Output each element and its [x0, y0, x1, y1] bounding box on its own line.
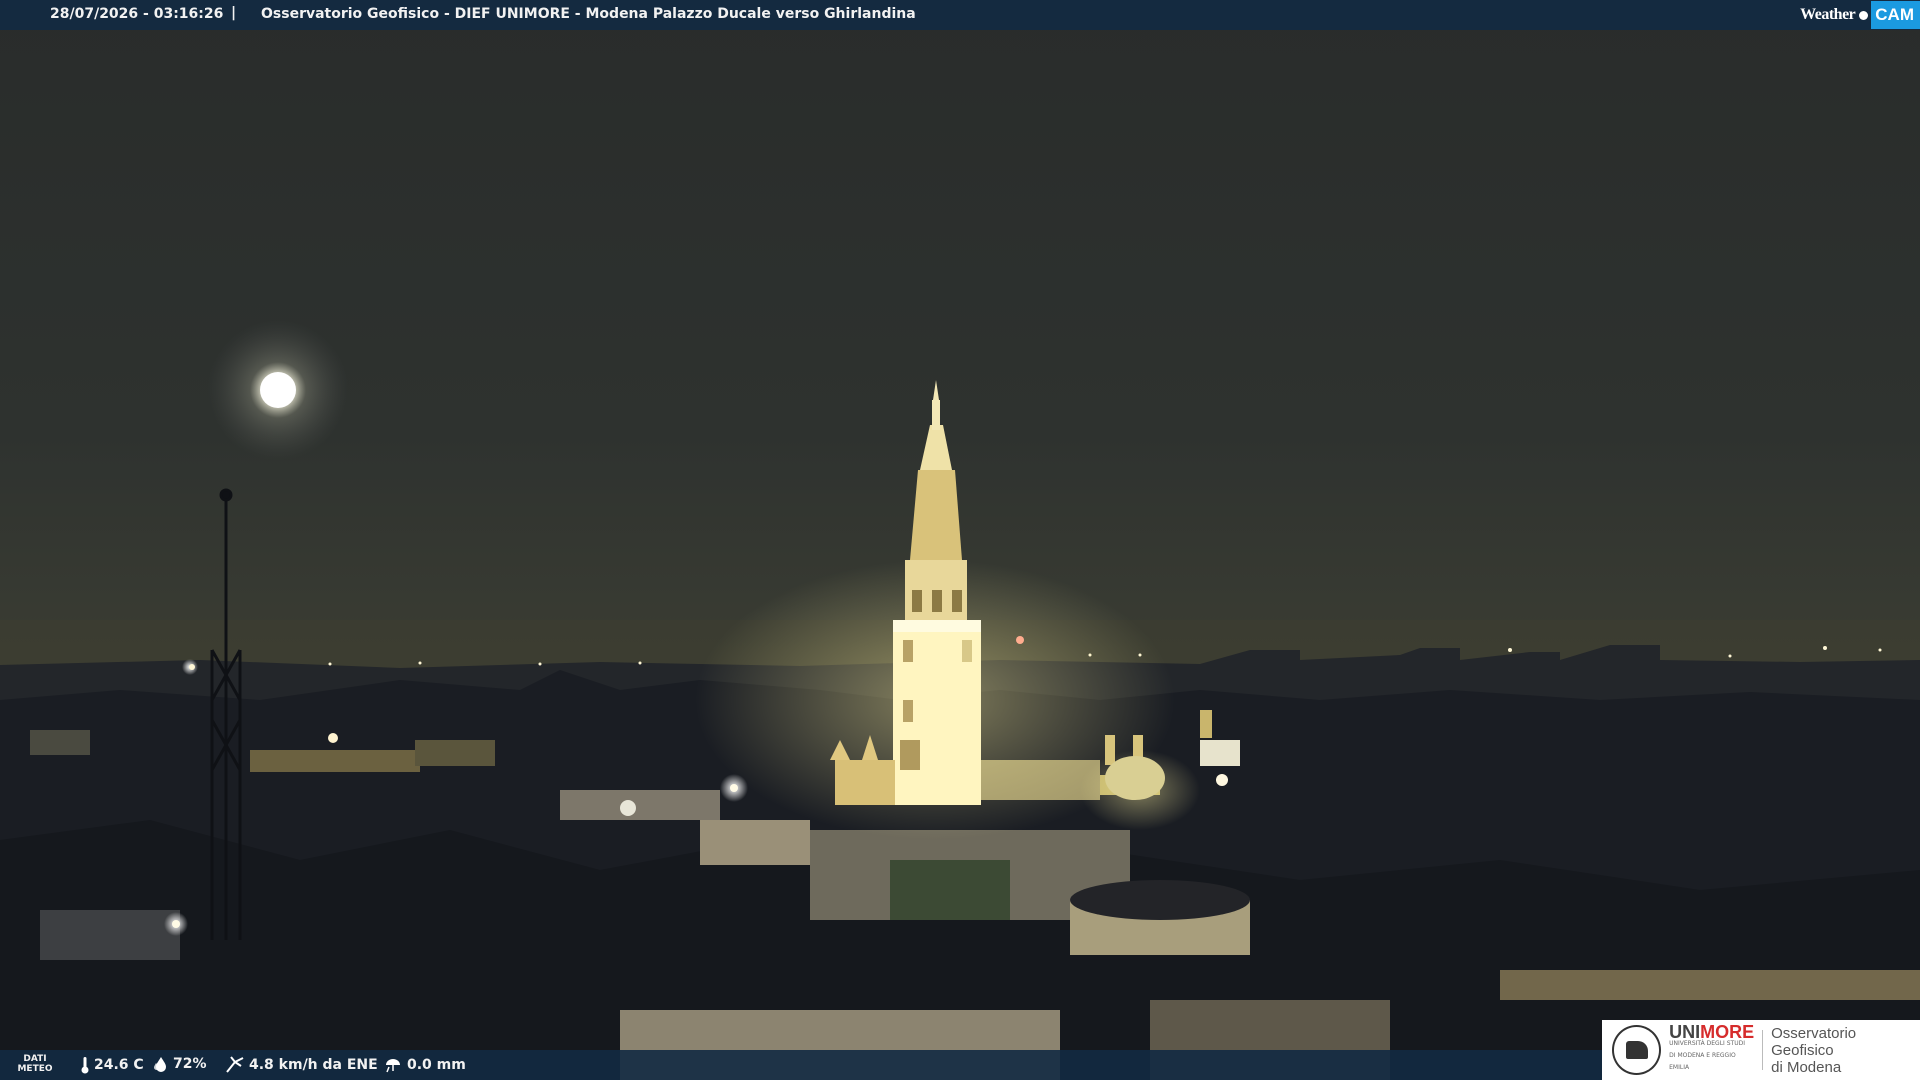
wind-value: 4.8 km/h da ENE — [249, 1057, 378, 1073]
timestamp: 28/07/2026 - 03:16:26 — [50, 6, 224, 22]
webcam-frame: 28/07/2026 - 03:16:26 | Osservatorio Geo… — [0, 0, 1920, 1080]
rain-value: 0.0 mm — [407, 1057, 466, 1073]
observatory-line-1: Osservatorio Geofisico — [1771, 1024, 1857, 1059]
observatory-line-2: di Modena — [1771, 1058, 1842, 1076]
wind-icon — [226, 1056, 244, 1073]
unimore-logo-panel: UNIMORE UNIVERSITÀ DEGLI STUDI DI MODENA… — [1602, 1020, 1920, 1080]
observatory-name: Osservatorio Geofisico di Modena — [1771, 1025, 1920, 1076]
rain-stat: 0.0 mm — [383, 1056, 466, 1074]
logo-divider — [1762, 1030, 1764, 1070]
weather-label: DATI METEO — [17, 1054, 53, 1074]
brand-badge: CAM — [1871, 1, 1920, 29]
uni-subtitle: UNIVERSITÀ DEGLI STUDI DI MODENA E REGGI… — [1669, 1040, 1745, 1071]
university-seal-icon — [1612, 1025, 1662, 1075]
humidity-stat: 72% — [153, 1056, 207, 1072]
camera-caption: Osservatorio Geofisico - DIEF UNIMORE - … — [261, 6, 916, 22]
droplet-icon — [154, 1057, 166, 1072]
top-info-bar: 28/07/2026 - 03:16:26 | Osservatorio Geo… — [0, 0, 1920, 30]
temperature-stat: 24.6 C — [80, 1056, 144, 1074]
brand-dot-icon — [1859, 10, 1869, 20]
temperature-value: 24.6 C — [94, 1057, 144, 1073]
separator: | — [231, 5, 237, 21]
humidity-value: 72% — [173, 1056, 207, 1072]
weathercam-logo: Weather CAM — [1800, 0, 1920, 30]
city-scene — [0, 320, 1920, 1080]
unimore-wordmark: UNIMORE UNIVERSITÀ DEGLI STUDI DI MODENA… — [1669, 1023, 1754, 1074]
thermometer-icon — [81, 1057, 89, 1074]
wind-stat: 4.8 km/h da ENE — [225, 1056, 378, 1074]
brand-text: Weather — [1800, 6, 1856, 23]
moon — [208, 320, 348, 460]
rain-icon — [386, 1059, 400, 1073]
weather-data-bar: DATI METEO 24.6 C 72% 4.8 km/h da ENE 0.… — [0, 1050, 1610, 1080]
